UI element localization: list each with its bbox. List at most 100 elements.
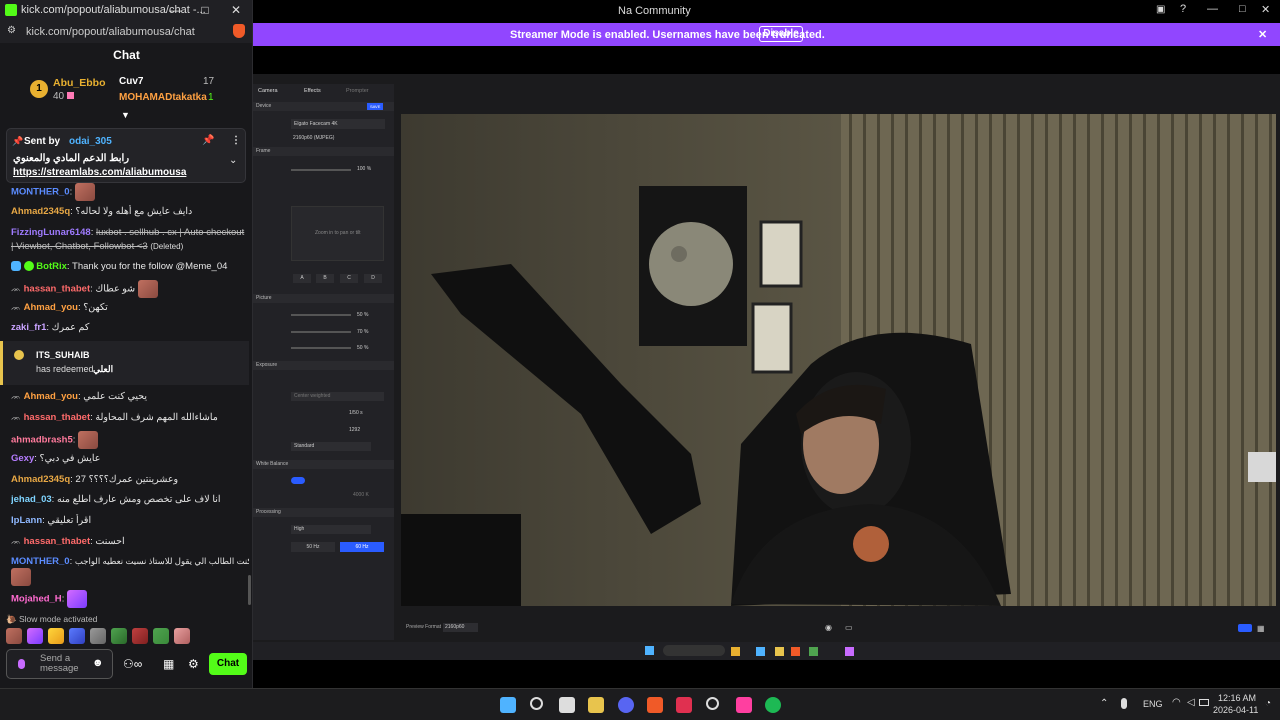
wifi-icon[interactable]: ◠	[1172, 697, 1181, 708]
scrollbar[interactable]	[248, 575, 251, 605]
brave-shield-icon[interactable]	[233, 24, 245, 38]
chat-username[interactable]: jehad_03	[11, 494, 52, 505]
popup-url[interactable]: kick.com/popout/aliabumousa/chat	[26, 26, 195, 38]
settings-icon[interactable]: ⚙	[188, 657, 199, 671]
maximize-button[interactable]: □	[190, 0, 220, 21]
folder-icon[interactable]: ▭	[845, 623, 853, 632]
mic-tray-icon[interactable]	[1121, 698, 1127, 709]
leader-third-name[interactable]: MOHAMADtakatka	[119, 92, 207, 103]
sharpness-slider[interactable]	[291, 347, 351, 349]
emote-icon[interactable]	[111, 628, 127, 644]
redeem-user[interactable]: ITS_SUHAIB	[36, 350, 90, 360]
chat-username[interactable]: Ahmad_you	[24, 302, 78, 313]
preset-b[interactable]: B	[316, 274, 334, 283]
site-info-icon[interactable]: ⚙	[7, 25, 16, 36]
disable-streamer-button[interactable]: Disable	[759, 26, 803, 42]
battery-icon[interactable]	[1199, 699, 1209, 706]
unpin-icon[interactable]: 📌	[202, 135, 214, 146]
leader-first-name[interactable]: Abu_Ebbo	[53, 77, 106, 89]
expand-chevron-icon[interactable]: ▼	[121, 110, 130, 120]
language-indicator[interactable]: ENG	[1143, 699, 1163, 709]
close-banner-icon[interactable]: ✕	[1258, 28, 1267, 41]
snapshot-icon[interactable]: ◉	[825, 623, 832, 632]
pinned-sender[interactable]: odai_305	[69, 136, 112, 147]
emote-icon[interactable]	[48, 628, 64, 644]
community-icon[interactable]: ⚇∞	[123, 657, 142, 671]
chat-username[interactable]: MONTHER_0	[11, 187, 70, 198]
contrast-slider[interactable]	[291, 314, 351, 316]
layout-toggle-icon[interactable]	[1238, 624, 1252, 632]
volume-icon[interactable]: ◁	[1187, 697, 1195, 708]
saturation-slider[interactable]	[291, 331, 351, 333]
emote-icon[interactable]	[69, 628, 85, 644]
metering-select[interactable]: Center weighted	[291, 392, 384, 401]
device-select[interactable]: Elgato Facecam 4K	[291, 119, 385, 129]
chat-username[interactable]: hassan_thabet	[24, 284, 91, 295]
chat-username[interactable]: MONTHER_0	[11, 556, 70, 567]
start-icon[interactable]	[500, 697, 516, 713]
chat-username[interactable]: Ahmad2345q	[11, 206, 70, 217]
preset-d[interactable]: D	[364, 274, 382, 283]
chat-username[interactable]: hassan_thabet	[24, 536, 91, 547]
leader-second-name[interactable]: Cuv7	[119, 76, 143, 87]
chat-username[interactable]: ahmadbrash5	[11, 435, 73, 446]
emote-icon[interactable]	[132, 628, 148, 644]
emote-icon[interactable]	[174, 628, 190, 644]
emote-icon[interactable]	[90, 628, 106, 644]
minimize-button[interactable]: —	[1207, 3, 1218, 15]
hz60-button[interactable]: 60 Hz	[340, 542, 384, 552]
chat-username[interactable]: FizzingLunar6148	[11, 227, 91, 238]
emote-icon[interactable]	[153, 628, 169, 644]
inner-start-icon[interactable]	[645, 646, 654, 655]
preset-c[interactable]: C	[340, 274, 358, 283]
chat-username[interactable]: Ahmad_you	[24, 391, 78, 402]
streaming-app-icon[interactable]	[736, 697, 752, 713]
inner-app-icon[interactable]	[791, 647, 800, 656]
preview-format-select[interactable]: 2160p60	[443, 623, 478, 632]
notification-icon[interactable]: ◔	[1265, 698, 1271, 709]
chat-input-placeholder[interactable]: Send a message	[40, 654, 84, 674]
store-icon[interactable]: ▦	[163, 657, 174, 671]
brave-icon[interactable]	[647, 697, 663, 713]
emoji-icon[interactable]: ☻	[92, 657, 104, 669]
dynamic-range-select[interactable]: Standard	[291, 442, 371, 451]
inner-app-icon[interactable]	[775, 647, 784, 656]
tab-camera[interactable]: Camera	[258, 88, 278, 94]
inner-app-icon[interactable]	[845, 647, 854, 656]
more-options-icon[interactable]: ⋮	[231, 135, 241, 146]
tray-chevron-icon[interactable]: ⌃	[1100, 698, 1108, 709]
minimize-button[interactable]: —	[160, 0, 190, 21]
collapse-chevron-icon[interactable]: ⌄	[229, 155, 237, 166]
help-icon[interactable]: ?	[1180, 3, 1186, 15]
close-button[interactable]: ✕	[1261, 3, 1270, 16]
app-a-icon[interactable]	[676, 697, 692, 713]
discord-icon[interactable]	[618, 697, 634, 713]
spotify-icon[interactable]	[765, 697, 781, 713]
wb-toggle[interactable]	[291, 477, 305, 484]
widgets-icon[interactable]	[559, 697, 575, 713]
chat-username[interactable]: IpLann	[11, 515, 42, 526]
emote-icon[interactable]	[27, 628, 43, 644]
search-icon[interactable]	[530, 697, 543, 710]
noise-select[interactable]: High	[291, 525, 371, 534]
preset-a[interactable]: A	[293, 274, 311, 283]
emote-icon[interactable]	[6, 628, 22, 644]
send-chat-button[interactable]: Chat	[209, 653, 247, 675]
chat-username[interactable]: Mojahed_H	[11, 594, 62, 605]
chat-username[interactable]: zaki_fr1	[11, 322, 46, 333]
chat-username[interactable]: BotRix	[36, 261, 67, 272]
inner-app-icon[interactable]	[809, 647, 818, 656]
sidebar-icon[interactable]: ▣	[1156, 4, 1165, 15]
clock-date[interactable]: 2026-04-11	[1213, 705, 1258, 715]
tab-effects[interactable]: Effects	[304, 88, 321, 94]
chat-username[interactable]: hassan_thabet	[24, 412, 91, 423]
fov-slider[interactable]	[291, 169, 351, 171]
chrome-icon[interactable]	[706, 697, 719, 710]
grid-toggle-icon[interactable]: ▦	[1257, 624, 1265, 633]
inner-app-icon[interactable]	[731, 647, 740, 656]
inner-app-icon[interactable]	[756, 647, 765, 656]
chat-input-box[interactable]: Send a message ☻	[6, 649, 113, 679]
clock-time[interactable]: 12:16 AM	[1218, 693, 1256, 703]
tab-prompter[interactable]: Prompter	[346, 88, 369, 94]
chat-username[interactable]: Ahmad2345q	[11, 474, 70, 485]
